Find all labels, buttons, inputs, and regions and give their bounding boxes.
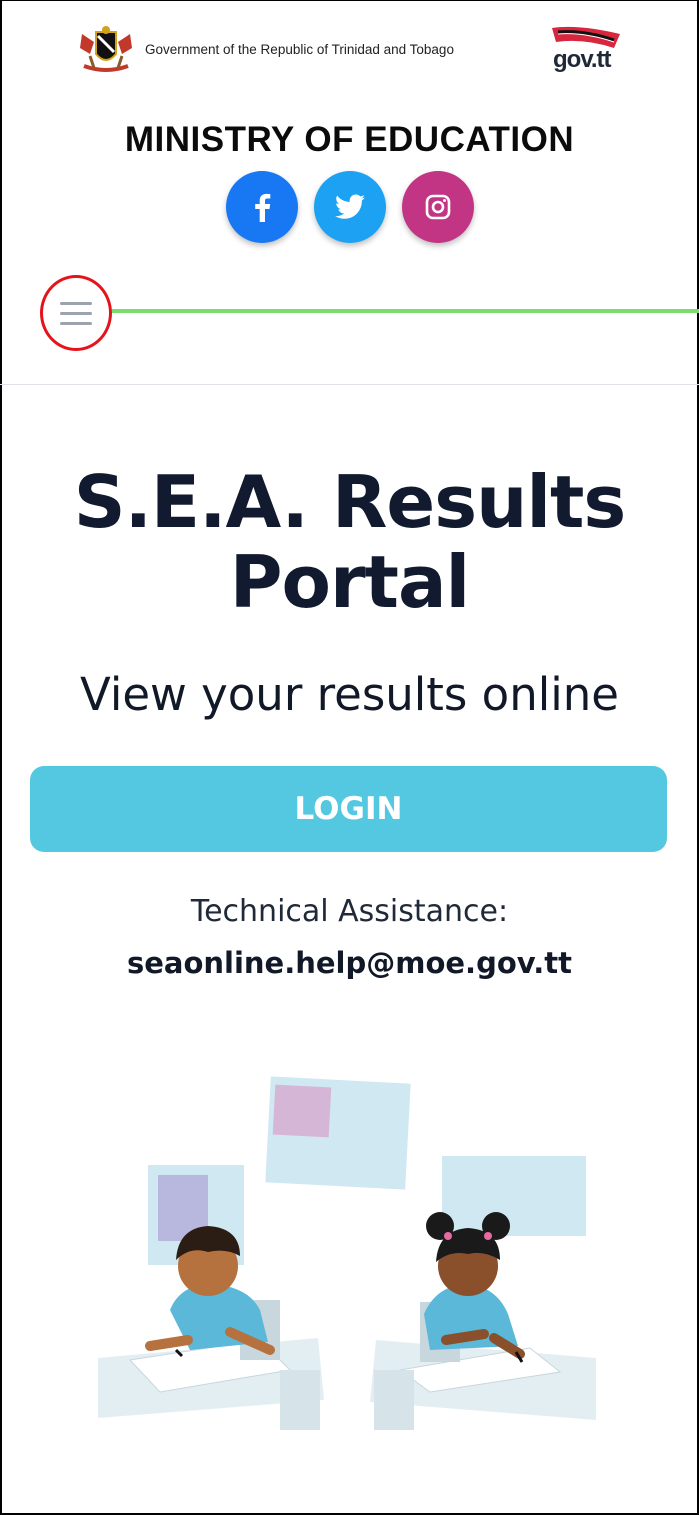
twitter-button[interactable] bbox=[313, 171, 386, 243]
ministry-title: MINISTRY OF EDUCATION bbox=[124, 120, 575, 159]
page-subtitle: View your results online bbox=[80, 668, 619, 721]
government-name: Government of the Republic of Trinidad a… bbox=[145, 42, 454, 57]
gov-tt-logo-text: gov.tt bbox=[553, 46, 612, 73]
social-links bbox=[0, 171, 699, 243]
students-writing-illustration bbox=[98, 1076, 596, 1430]
support-email[interactable]: seaonline.help@moe.gov.tt bbox=[0, 946, 699, 980]
page-title: S.E.A. Results Portal bbox=[73, 460, 627, 624]
nav-accent-line bbox=[112, 309, 699, 313]
hamburger-menu-button[interactable] bbox=[40, 275, 112, 351]
technical-assistance-label: Technical Assistance: bbox=[190, 894, 509, 929]
coat-of-arms-icon bbox=[80, 26, 132, 72]
hamburger-menu-icon bbox=[60, 311, 92, 315]
hamburger-menu-icon bbox=[60, 321, 92, 325]
government-banner: Government of the Republic of Trinidad a… bbox=[0, 22, 699, 82]
facebook-button[interactable] bbox=[225, 171, 298, 243]
twitter-icon bbox=[334, 194, 365, 219]
instagram-button[interactable] bbox=[401, 171, 474, 243]
hamburger-menu-icon bbox=[60, 301, 92, 305]
facebook-icon bbox=[254, 193, 270, 222]
login-button[interactable]: LOGIN bbox=[30, 766, 667, 852]
instagram-icon bbox=[425, 194, 450, 220]
header-divider bbox=[0, 384, 699, 385]
